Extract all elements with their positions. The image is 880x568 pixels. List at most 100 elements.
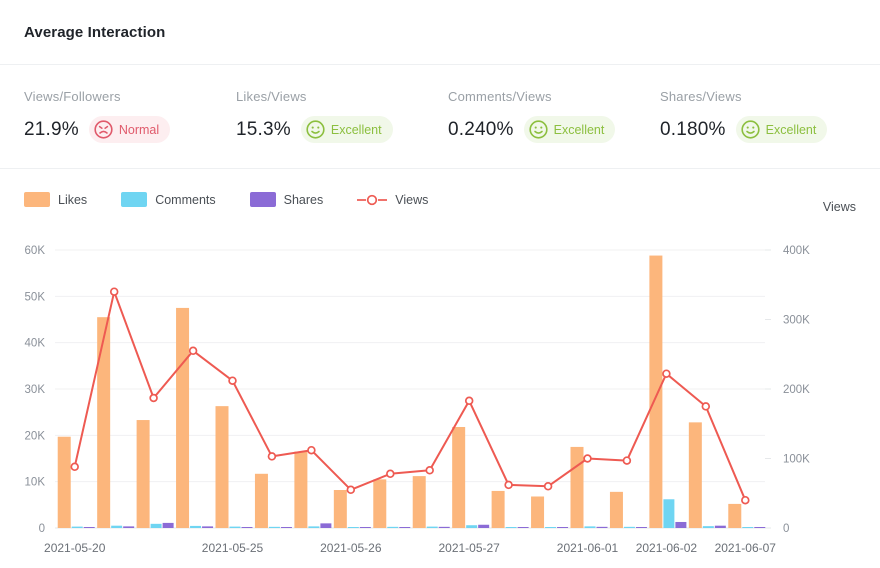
views-point[interactable] xyxy=(425,466,434,475)
bar-likes[interactable] xyxy=(97,317,111,528)
views-point[interactable] xyxy=(622,456,632,465)
bar-group[interactable] xyxy=(531,496,569,528)
bar-likes[interactable] xyxy=(57,436,71,528)
smile-icon xyxy=(529,120,548,139)
x-axis-tick: 2021-06-07 xyxy=(715,541,777,555)
bar-group[interactable] xyxy=(609,491,647,528)
bar-likes[interactable] xyxy=(531,496,545,528)
views-point[interactable] xyxy=(386,469,395,479)
bar-shares[interactable] xyxy=(517,527,529,528)
bar-shares[interactable] xyxy=(478,524,490,528)
bar-likes[interactable] xyxy=(176,307,190,528)
legend-swatch-icon xyxy=(24,192,50,207)
bar-group[interactable] xyxy=(97,317,135,528)
bar-group[interactable] xyxy=(452,426,490,528)
bar-likes[interactable] xyxy=(728,503,742,528)
views-point[interactable] xyxy=(504,480,513,490)
bar-group[interactable] xyxy=(176,307,214,528)
bar-likes[interactable] xyxy=(254,473,268,528)
bar-comments[interactable] xyxy=(111,525,123,528)
bar-comments[interactable] xyxy=(347,527,359,528)
bar-comments[interactable] xyxy=(150,523,162,528)
bar-likes[interactable] xyxy=(215,406,229,528)
views-line[interactable] xyxy=(73,290,747,502)
legend-item-views[interactable]: Views xyxy=(357,193,428,207)
bar-comments[interactable] xyxy=(387,526,399,528)
legend-item-likes[interactable]: Likes xyxy=(24,192,87,207)
bar-shares[interactable] xyxy=(714,525,726,528)
views-point[interactable] xyxy=(583,454,592,463)
bar-comments[interactable] xyxy=(71,526,83,528)
views-point[interactable] xyxy=(741,495,750,505)
bar-shares[interactable] xyxy=(241,527,253,528)
bar-shares[interactable] xyxy=(202,526,214,528)
bar-shares[interactable] xyxy=(754,527,766,528)
bar-comments[interactable] xyxy=(663,499,675,528)
bar-likes[interactable] xyxy=(688,422,702,528)
views-point[interactable] xyxy=(188,346,198,356)
bar-group[interactable] xyxy=(57,436,95,528)
bar-group[interactable] xyxy=(373,479,411,528)
views-point[interactable] xyxy=(109,287,119,296)
bar-comments[interactable] xyxy=(505,527,517,528)
bar-group[interactable] xyxy=(136,420,174,528)
bar-likes[interactable] xyxy=(649,255,663,528)
legend-label: Views xyxy=(395,192,429,207)
bar-likes[interactable] xyxy=(333,490,347,528)
bar-shares[interactable] xyxy=(280,527,292,528)
bar-likes[interactable] xyxy=(373,479,387,528)
bar-likes[interactable] xyxy=(570,446,584,528)
bar-likes[interactable] xyxy=(294,451,308,528)
bar-shares[interactable] xyxy=(557,527,569,528)
views-point[interactable] xyxy=(307,445,316,455)
bar-group[interactable] xyxy=(294,451,332,528)
bar-comments[interactable] xyxy=(702,526,714,528)
legend-item-comments[interactable]: Comments xyxy=(121,192,216,207)
legend-item-shares[interactable]: Shares xyxy=(249,192,323,207)
bar-shares[interactable] xyxy=(162,522,174,528)
bar-shares[interactable] xyxy=(320,523,332,528)
bar-group[interactable] xyxy=(491,490,529,528)
bar-likes[interactable] xyxy=(136,420,150,528)
bar-comments[interactable] xyxy=(190,525,202,528)
views-point[interactable] xyxy=(149,393,158,403)
bar-likes[interactable] xyxy=(609,491,623,528)
bar-shares[interactable] xyxy=(438,526,450,528)
bar-comments[interactable] xyxy=(229,526,241,528)
views-point[interactable] xyxy=(543,482,553,491)
bar-shares[interactable] xyxy=(399,527,411,528)
bar-shares[interactable] xyxy=(359,527,371,528)
views-point[interactable] xyxy=(346,485,356,495)
bar-shares[interactable] xyxy=(83,527,95,528)
views-point[interactable] xyxy=(267,452,277,461)
bar-likes[interactable] xyxy=(412,476,426,528)
bar-comments[interactable] xyxy=(742,527,754,528)
bar-comments[interactable] xyxy=(268,526,280,528)
metric-value-row: 21.9% Normal xyxy=(24,116,236,143)
bar-group[interactable] xyxy=(412,476,450,528)
views-point[interactable] xyxy=(228,376,237,385)
metric-label: Likes/Views xyxy=(236,89,307,104)
bar-shares[interactable] xyxy=(596,526,608,528)
views-point[interactable] xyxy=(70,462,79,472)
views-point[interactable] xyxy=(701,402,711,411)
bar-shares[interactable] xyxy=(123,526,135,528)
views-point[interactable] xyxy=(662,369,671,378)
bar-likes[interactable] xyxy=(491,490,505,528)
bar-comments[interactable] xyxy=(308,526,320,528)
bar-group[interactable] xyxy=(215,406,253,528)
bar-shares[interactable] xyxy=(675,521,687,528)
bar-group[interactable] xyxy=(333,490,371,528)
bar-group[interactable] xyxy=(688,422,726,528)
chart-svg: 0 10K 20K 30K 40K 50K 60K 0 100K 200K 300K 400K 2021… xyxy=(25,245,811,555)
bar-likes[interactable] xyxy=(452,426,466,528)
bar-comments[interactable] xyxy=(623,526,635,528)
bar-group[interactable] xyxy=(728,503,766,528)
bar-comments[interactable] xyxy=(466,525,478,528)
bar-shares[interactable] xyxy=(635,527,647,528)
views-point[interactable] xyxy=(464,396,474,406)
left-axis-tick: 10K xyxy=(25,477,46,489)
bar-comments[interactable] xyxy=(545,527,557,528)
bar-comments[interactable] xyxy=(584,526,596,528)
bar-comments[interactable] xyxy=(426,526,438,528)
